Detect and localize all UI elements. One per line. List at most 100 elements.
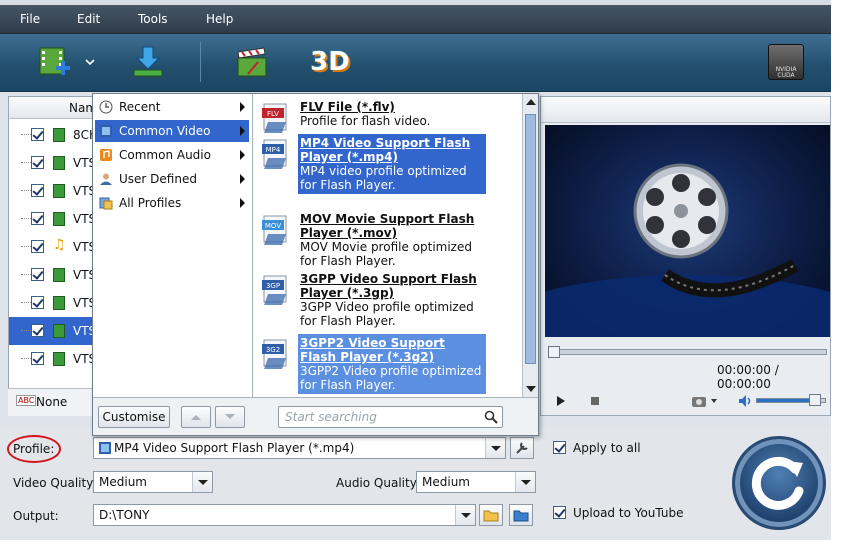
video-quality-value: Medium (99, 475, 147, 489)
menu-edit[interactable]: Edit (77, 12, 100, 26)
video-quality-select[interactable]: Medium (93, 471, 213, 493)
download-icon (133, 46, 163, 77)
scroll-thumb[interactable] (525, 114, 536, 364)
video-file-icon (53, 184, 65, 198)
profile-text: MOV Movie Support Flash Player (*.mov) MO… (298, 210, 486, 270)
category-label: Common Audio (119, 148, 211, 162)
menu-help[interactable]: Help (206, 12, 233, 26)
svg-text:MOV: MOV (265, 222, 281, 230)
category-user-defined[interactable]: User Defined (95, 168, 249, 190)
play-icon[interactable] (555, 395, 567, 407)
profiles-icon (99, 196, 113, 210)
profile-menu: Recent Common Video Common Audio User Defin… (92, 93, 539, 436)
audio-quality-select[interactable]: Medium (416, 471, 536, 493)
profile-description: 3GPP2 Video profile optimized for Flash … (300, 364, 482, 392)
cuda-badge: NVIDIA CUDA (766, 40, 806, 84)
volume-icon[interactable] (737, 393, 753, 409)
profile-description: 3GPP Video profile optimized for Flash P… (300, 300, 474, 328)
film-icon (99, 124, 113, 138)
open-folder-button[interactable] (509, 504, 533, 526)
video-quality-label: Video Quality: (13, 476, 97, 490)
apply-to-all-checkbox[interactable] (553, 441, 566, 454)
film-icon (99, 442, 111, 454)
profile-value: MP4 Video Support Flash Player (*.mp4) (114, 441, 355, 455)
profile-select[interactable]: MP4 Video Support Flash Player (*.mp4) (93, 437, 506, 459)
upload-youtube-label: Upload to YouTube (573, 506, 684, 520)
stop-icon[interactable] (589, 395, 601, 407)
menu-file[interactable]: File (20, 12, 40, 26)
clock-icon (99, 100, 113, 114)
profile-description: Profile for flash video. (300, 114, 431, 128)
profile-search-input[interactable]: Start searching (278, 406, 503, 428)
video-quality-dropdown-arrow[interactable] (192, 472, 212, 492)
audio-quality-dropdown-arrow[interactable] (515, 472, 535, 492)
submenu-arrow-icon (240, 150, 245, 160)
row-checkbox[interactable] (31, 352, 44, 365)
audio-quality-value: Medium (422, 475, 470, 489)
category-list: Recent Common Video Common Audio User Defin… (93, 94, 253, 397)
convert-button[interactable] (732, 436, 826, 530)
film-reel-icon (545, 163, 830, 337)
video-file-icon (53, 156, 65, 170)
video-file-icon (53, 128, 65, 142)
volume-knob[interactable] (808, 394, 821, 406)
move-down-button[interactable] (215, 406, 245, 428)
submenu-arrow-icon (240, 126, 245, 136)
menu-tools[interactable]: Tools (138, 12, 168, 26)
customise-button[interactable]: Customise (98, 406, 170, 428)
edit-video-button[interactable] (232, 40, 272, 84)
profile-menu-footer: Customise Start searching (93, 397, 538, 435)
row-checkbox[interactable] (31, 268, 44, 281)
add-video-dropdown[interactable] (84, 40, 96, 84)
music-icon: ♫ (53, 237, 66, 253)
category-label: User Defined (119, 172, 197, 186)
seek-knob[interactable] (548, 346, 560, 358)
annotation-circle (7, 435, 61, 463)
profile-text: 3GPP2 Video Support Flash Player (*.3g2)… (298, 334, 486, 394)
menu-bar: File Edit Tools Help (0, 0, 831, 34)
search-icon[interactable] (484, 410, 498, 424)
seek-bar[interactable] (548, 346, 827, 358)
category-common-audio[interactable]: Common Audio (95, 144, 249, 166)
row-checkbox[interactable] (31, 128, 44, 141)
camera-icon[interactable] (691, 394, 719, 408)
profile-dropdown-arrow[interactable] (485, 438, 505, 458)
user-icon (99, 172, 113, 186)
3d-button[interactable]: 3D (306, 40, 354, 84)
preview-header (541, 97, 830, 123)
row-checkbox[interactable] (31, 240, 44, 253)
add-video-button[interactable] (34, 40, 74, 84)
output-path-value: D:\TONY (99, 508, 150, 522)
profile-list-scrollbar[interactable] (522, 94, 538, 397)
upload-youtube-checkbox[interactable] (553, 506, 566, 519)
category-all-profiles[interactable]: All Profiles (95, 192, 249, 214)
output-history-arrow[interactable] (455, 505, 475, 525)
import-button[interactable] (128, 40, 168, 84)
profile-description: MOV Movie profile optimized for Flash Pl… (300, 240, 472, 268)
subtitle-value[interactable]: None (36, 395, 67, 409)
row-checkbox[interactable] (31, 324, 44, 337)
scroll-down-arrow[interactable] (526, 386, 536, 392)
video-file-icon (53, 212, 65, 226)
submenu-arrow-icon (240, 198, 245, 208)
browse-folder-button[interactable] (479, 504, 503, 526)
tree-line (21, 134, 31, 135)
row-checkbox[interactable] (31, 212, 44, 225)
profile-settings-button[interactable] (510, 437, 534, 459)
volume-slider[interactable] (756, 394, 826, 406)
row-checkbox[interactable] (31, 156, 44, 169)
profile-title: 3GPP Video Support Flash Player (*.3gp) (300, 272, 477, 300)
video-file-icon (53, 268, 65, 282)
chevron-down-icon (85, 59, 95, 66)
category-label: Common Video (119, 124, 211, 138)
move-up-button[interactable] (181, 406, 211, 428)
scroll-up-arrow[interactable] (526, 99, 536, 105)
category-recent[interactable]: Recent (95, 96, 249, 118)
row-checkbox[interactable] (31, 296, 44, 309)
app-window: File Edit Tools Help 3D NVIDIA CUDA Nam … (0, 0, 831, 540)
profile-list: FLV FLV File (*.flv) Profile for flash vid… (254, 94, 522, 397)
row-checkbox[interactable] (31, 184, 44, 197)
output-path-field[interactable]: D:\TONY (93, 504, 476, 526)
tree-line (21, 162, 31, 163)
category-common-video[interactable]: Common Video (95, 120, 249, 142)
